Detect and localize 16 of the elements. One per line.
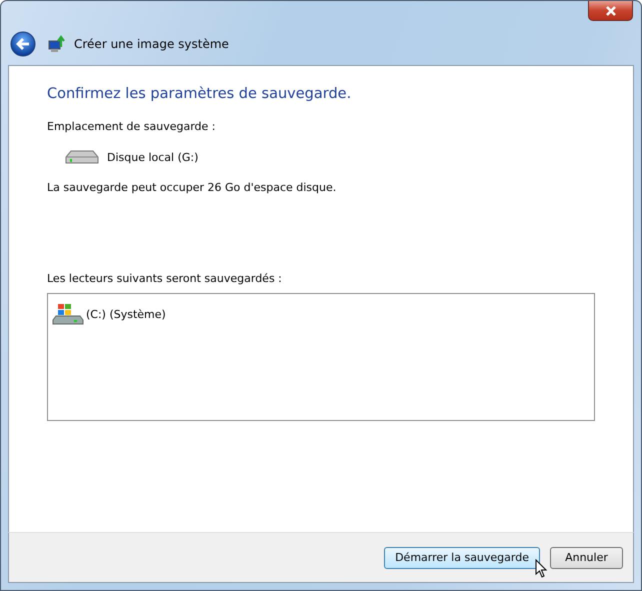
hard-drive-icon bbox=[65, 149, 99, 165]
close-icon bbox=[604, 6, 616, 16]
windows-drive-icon bbox=[52, 302, 84, 326]
back-button[interactable] bbox=[10, 31, 36, 57]
drive-name: Disque local (G:) bbox=[107, 150, 198, 164]
page-heading: Confirmez les paramètres de sauvegarde. bbox=[47, 86, 352, 102]
dialog-button[interactable]: Démarrer la sauvegarde bbox=[384, 546, 540, 568]
drives-label: Les lecteurs suivants seront sauvegardés : bbox=[47, 272, 283, 285]
space-note: La sauvegarde peut occuper 26 Go d'espace disque. bbox=[47, 181, 338, 194]
dialog-button[interactable]: Annuler bbox=[550, 546, 623, 568]
backup-computer-icon bbox=[48, 35, 66, 53]
mouse-cursor-icon bbox=[535, 559, 547, 578]
close-button[interactable] bbox=[588, 1, 633, 21]
drive-list-item[interactable]: (C:) (Système) bbox=[86, 308, 166, 320]
window-title: Créer une image système bbox=[74, 37, 229, 51]
location-label: Emplacement de sauvegarde : bbox=[47, 120, 216, 133]
